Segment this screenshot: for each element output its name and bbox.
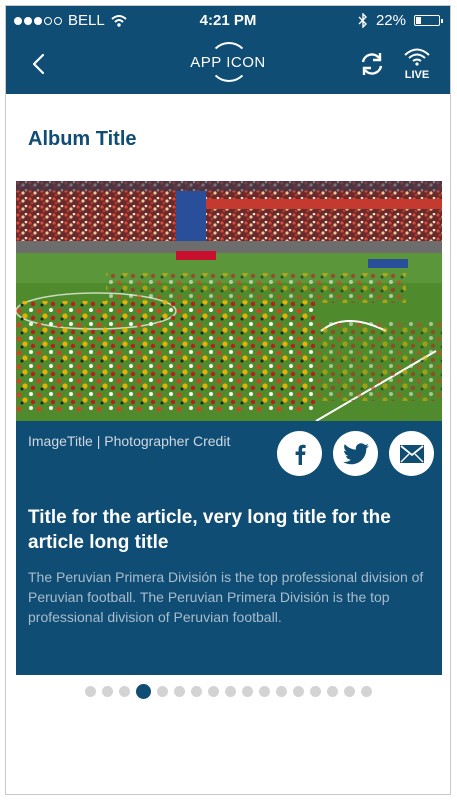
page-dot[interactable] [258,686,270,697]
refresh-icon[interactable] [358,50,386,78]
page-dot[interactable] [156,686,168,697]
page-dot-active[interactable] [135,684,151,699]
battery-fill [416,17,421,24]
page-dot[interactable] [190,686,202,697]
article-photo[interactable] [16,181,442,421]
bluetooth-icon [358,13,367,28]
broadcast-icon [404,48,430,66]
twitter-share-button[interactable] [333,431,378,476]
page-dot[interactable] [309,686,321,697]
phone-screen: BELL 4:21 PM 22% APP ICON LIVE Album Tit… [5,5,451,795]
battery-percent: 22% [375,12,406,29]
page-dot[interactable] [101,686,113,697]
email-share-button[interactable] [389,431,434,476]
page-dot[interactable] [326,686,338,697]
page-dot[interactable] [241,686,253,697]
page-dot[interactable] [292,686,304,697]
facebook-share-button[interactable] [277,431,322,476]
status-right: 22% [358,12,443,29]
battery-icon [414,15,443,26]
page-dot[interactable] [173,686,185,697]
image-title: ImageTitle [28,433,93,449]
photo-credit: ImageTitle | Photographer Credit [28,433,230,449]
battery-tip [441,19,443,23]
article-card[interactable]: ImageTitle | Photographer Credit Title f… [16,181,442,675]
page-dot[interactable] [224,686,236,697]
page-dot[interactable] [343,686,355,697]
article-title[interactable]: Title for the article, very long title f… [28,505,428,555]
stadium-photo [16,181,442,421]
email-icon [399,444,424,463]
page-dot[interactable] [275,686,287,697]
app-logo-ring [209,42,249,82]
status-bar: BELL 4:21 PM 22% [6,6,450,36]
page-dot[interactable] [118,686,130,697]
share-buttons [277,431,434,476]
live-label: LIVE [404,69,430,81]
credit-separator: | [96,433,101,449]
facebook-icon [295,444,306,465]
album-title: Album Title [28,128,137,150]
navigation-bar: APP ICON LIVE [6,36,450,94]
photographer-credit: Photographer Credit [104,433,231,449]
live-button[interactable]: LIVE [400,46,434,81]
page-dot[interactable] [207,686,219,697]
page-dot[interactable] [84,686,96,697]
twitter-icon [342,442,369,464]
article-summary: The Peruvian Primera División is the top… [28,569,424,625]
page-indicator [6,684,450,699]
page-dot[interactable] [360,686,372,697]
